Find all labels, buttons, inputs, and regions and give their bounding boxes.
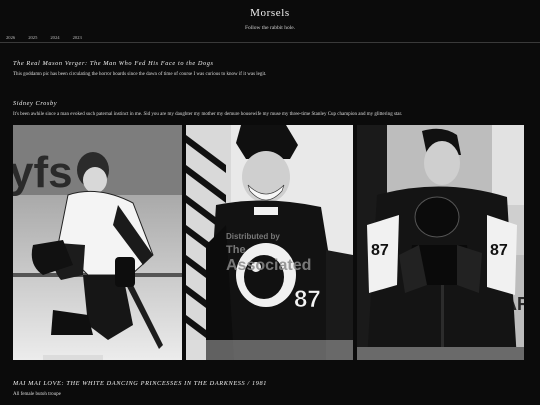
- post-title[interactable]: MAI MAI LOVE: THE WHITE DANCING PRINCESS…: [13, 380, 528, 387]
- header-divider: [0, 42, 540, 43]
- year-link-2025[interactable]: 2025: [28, 35, 37, 40]
- photo-crosby-bench[interactable]: MAR 87 87: [357, 125, 524, 360]
- post-body: This goddamn pic has been circulating th…: [13, 72, 267, 77]
- post-title[interactable]: The Real Mason Verger: The Man Who Fed H…: [13, 60, 528, 67]
- post-mason-verger: The Real Mason Verger: The Man Who Fed H…: [13, 60, 528, 77]
- photo-crosby-kneeling[interactable]: yfs: [13, 125, 182, 360]
- jersey-number-right: 87: [490, 242, 508, 259]
- post-body: All female butoh troupe: [13, 392, 61, 397]
- photo-crosby-grimace[interactable]: 87 Distributed by The Associated: [186, 125, 353, 360]
- watermark-line1: Distributed by: [226, 232, 280, 241]
- year-link-2026[interactable]: 2026: [6, 35, 15, 40]
- site-title[interactable]: Morsels: [0, 7, 540, 19]
- photo-row: yfs 87 Distributed by The Associated 87 …: [13, 125, 528, 360]
- year-link-2024[interactable]: 2024: [50, 35, 59, 40]
- site-tagline: Follow the rabbit hole.: [244, 25, 296, 31]
- watermark-line3: Associated: [226, 257, 311, 274]
- year-link-2023[interactable]: 2023: [73, 35, 82, 40]
- post-mai-mai-love: MAI MAI LOVE: THE WHITE DANCING PRINCESS…: [13, 380, 528, 397]
- post-body: It's been awhile since a man evoked such…: [13, 112, 403, 117]
- watermark-line2: The: [226, 244, 246, 256]
- post-sidney-crosby: Sidney Crosby It's been awhile since a m…: [13, 100, 528, 117]
- year-nav: 2026 2025 2024 2023: [6, 35, 82, 40]
- jersey-number-left: 87: [371, 242, 389, 259]
- jersey-number: 87: [294, 286, 321, 313]
- photo-bg-text: yfs: [13, 148, 73, 197]
- site-header: Morsels Follow the rabbit hole.: [0, 0, 540, 31]
- post-title[interactable]: Sidney Crosby: [13, 100, 528, 107]
